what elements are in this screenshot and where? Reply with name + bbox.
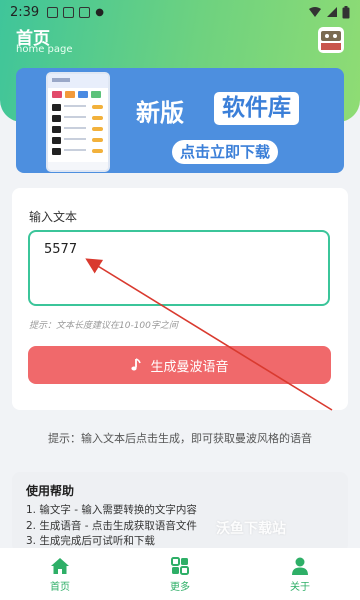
tab-more[interactable]: 更多: [120, 548, 240, 600]
tab-more-label: 更多: [170, 581, 190, 593]
app-logo-icon: [321, 31, 341, 50]
dot-icon: ●: [95, 6, 104, 18]
music-note-icon: [131, 358, 142, 371]
banner-download-button[interactable]: 点击立即下载: [172, 140, 279, 164]
input-label: 输入文本: [29, 210, 78, 224]
usage-tip: 提示：输入文本后点击生成，即可获取曼波风格的语音: [48, 432, 312, 445]
input-card: 输入文本 5577 提示：文本长度建议在10-100字之间 生成曼波语音: [12, 188, 348, 410]
home-icon: [51, 557, 69, 574]
signal-icon: [327, 7, 337, 17]
wifi-icon: [309, 7, 321, 17]
help-step: 1. 输文字 - 输入需要转换的文字内容: [26, 504, 197, 516]
page-subtitle: home page: [16, 44, 73, 55]
promo-banner[interactable]: 新版 软件库 点击立即下载: [16, 68, 344, 173]
status-bar: 2:39 ●: [0, 0, 360, 24]
notification-icon: [47, 6, 59, 18]
text-input[interactable]: 5577: [28, 230, 330, 306]
tab-about-label: 关于: [290, 581, 310, 593]
generate-voice-button[interactable]: 生成曼波语音: [28, 346, 331, 384]
generate-voice-label: 生成曼波语音: [150, 359, 229, 375]
bottom-tab-bar: 首页 更多 关于: [0, 548, 360, 600]
help-step: 2. 生成语音 - 点击生成获取语音文件: [26, 519, 197, 532]
help-steps: 1. 输文字 - 输入需要转换的文字内容 2. 生成语音 - 点击生成获取语音文…: [26, 503, 197, 550]
help-section: 使用帮助 1. 输文字 - 输入需要转换的文字内容 2. 生成语音 - 点击生成…: [12, 472, 348, 552]
person-icon: [292, 557, 308, 575]
input-hint: 提示：文本长度建议在10-100字之间: [29, 321, 178, 331]
sim-icon: [63, 6, 75, 18]
apps-icon: [171, 556, 189, 575]
banner-title-right: 软件库: [214, 92, 299, 125]
help-title: 使用帮助: [26, 484, 75, 498]
app-logo[interactable]: [318, 27, 344, 53]
status-time: 2:39: [10, 4, 40, 20]
watermark: 沃鱼下载站: [216, 521, 286, 537]
battery-icon: [342, 5, 350, 18]
tab-home-label: 首页: [50, 581, 70, 593]
tab-about[interactable]: 关于: [240, 548, 360, 600]
notification-icon-2: [79, 6, 91, 18]
tab-home[interactable]: 首页: [0, 548, 120, 600]
banner-title-left: 新版: [136, 99, 184, 127]
phone-mockup-image: [46, 72, 110, 172]
